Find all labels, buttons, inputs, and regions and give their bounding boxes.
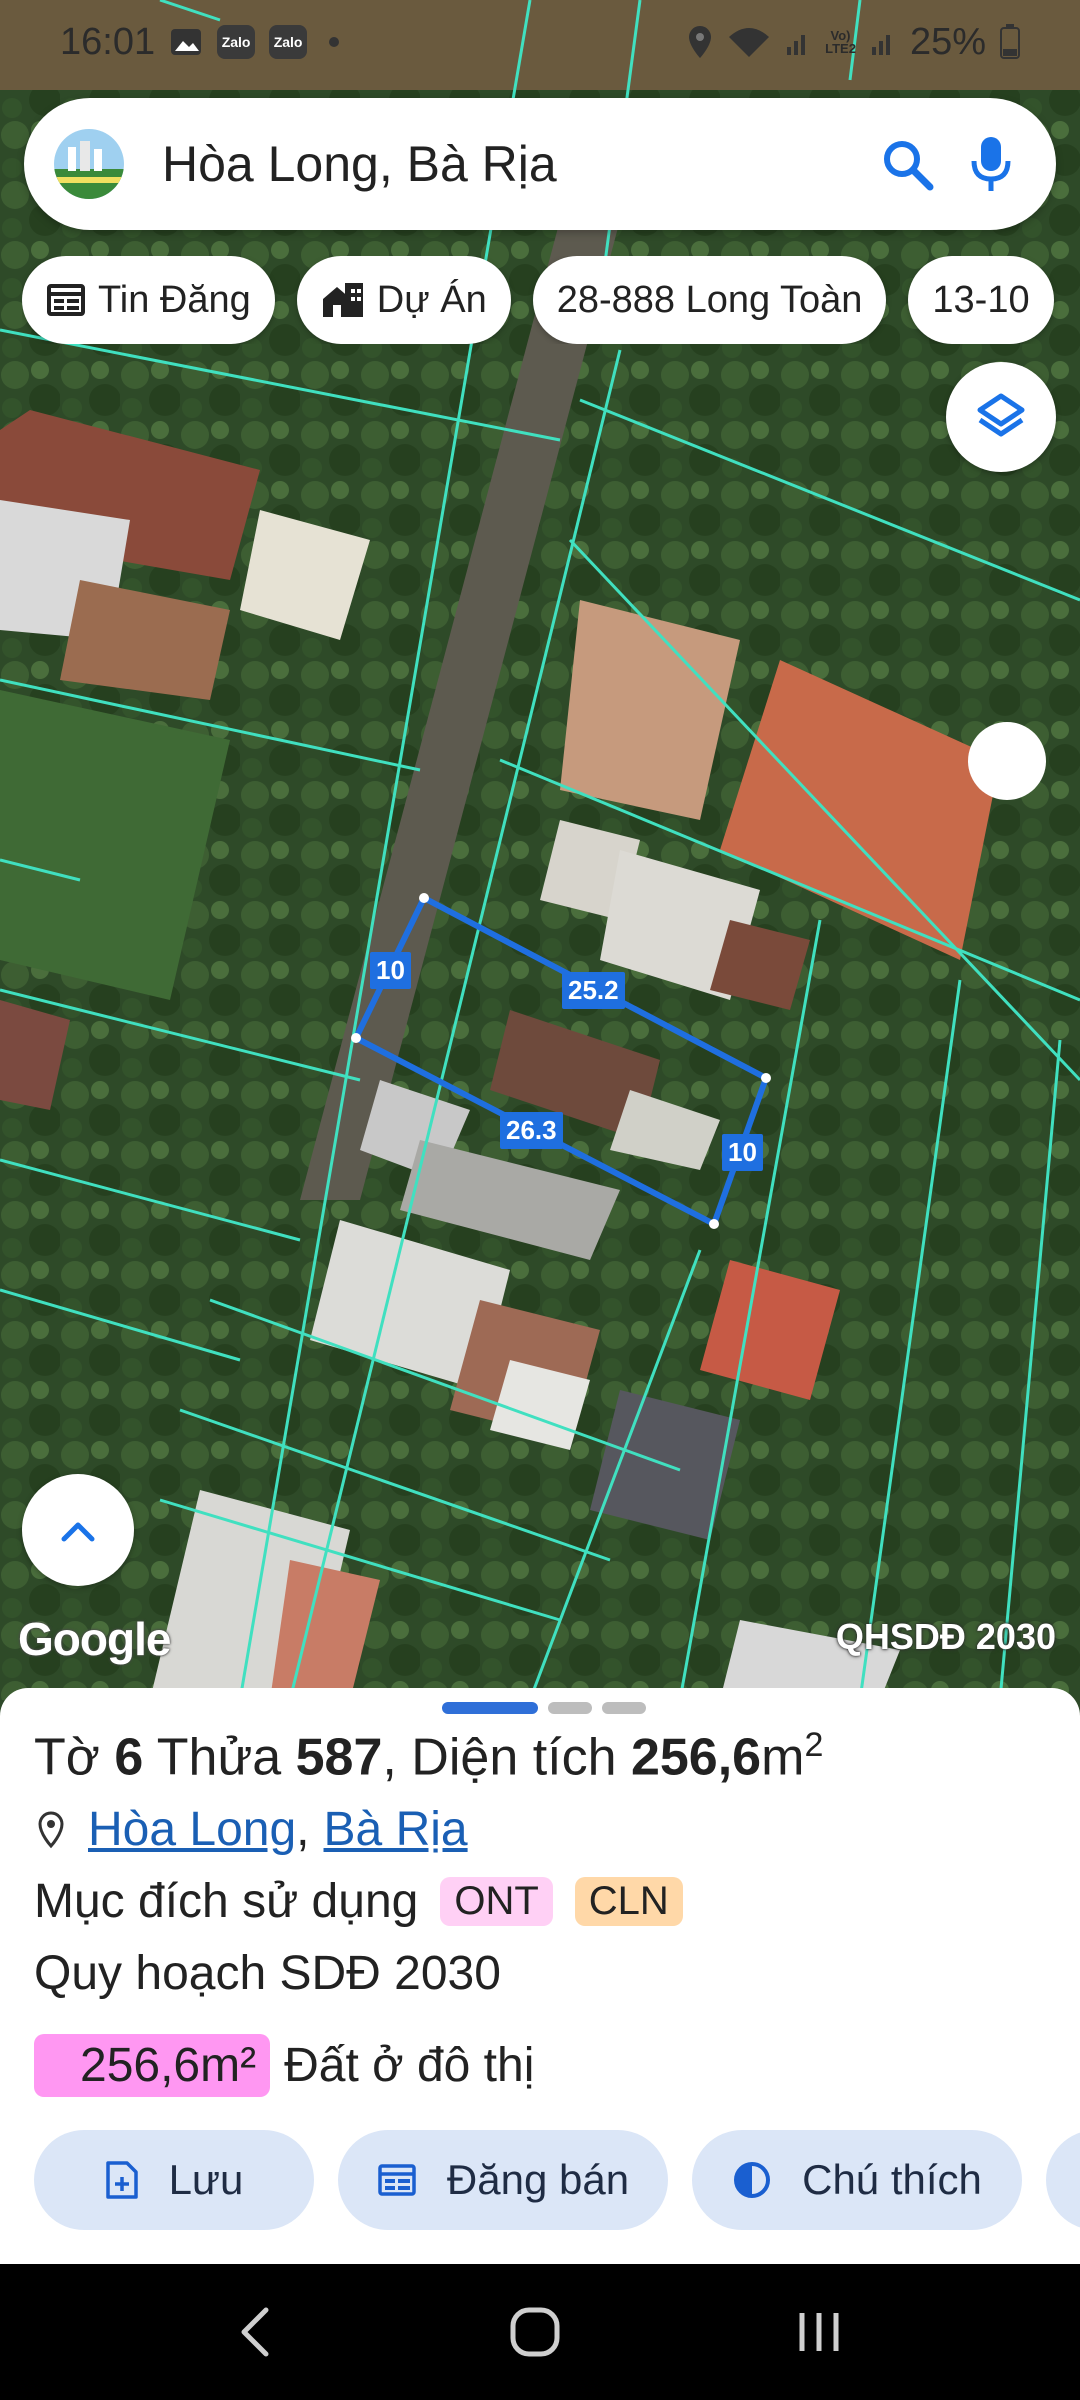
battery-icon bbox=[1000, 24, 1020, 59]
signal-icon bbox=[787, 35, 806, 55]
zalo-icon: Zalo bbox=[217, 25, 256, 59]
plan-area-row: 256,6m² Đất ở đô thị bbox=[34, 2034, 534, 2097]
ward-link[interactable]: Hòa Long bbox=[88, 1802, 296, 1857]
search-icon[interactable] bbox=[872, 129, 942, 199]
chip-long-toan[interactable]: 28-888 Long Toàn bbox=[532, 256, 887, 344]
system-nav-bar bbox=[0, 2264, 1080, 2400]
zalo-icon: Zalo bbox=[269, 25, 308, 59]
pager-dot[interactable] bbox=[602, 1702, 646, 1714]
parcel-info-sheet[interactable]: Tờ 6 Thửa 587, Diện tích 256,6m2 Hòa Lon… bbox=[0, 1688, 1080, 2264]
dot-icon bbox=[329, 37, 340, 47]
parcel-dimension-label: 10 bbox=[722, 1134, 763, 1171]
chip-label: Dự Án bbox=[376, 278, 487, 321]
location-pin-icon bbox=[38, 1810, 64, 1848]
legend-button[interactable]: Chú thích bbox=[692, 2130, 1022, 2230]
pager-dot[interactable] bbox=[548, 1702, 592, 1714]
save-button[interactable]: Lưu bbox=[34, 2130, 314, 2230]
satellite-map[interactable]: 10 25.2 26.3 10 Google QHSDĐ 2030 bbox=[0, 0, 1080, 1700]
filter-chips: Tin Đăng Dự Án 28-888 Long Toàn 13-10 bbox=[22, 256, 1080, 344]
battery-percent: 25% bbox=[909, 20, 986, 63]
pager-dot-active[interactable] bbox=[442, 1702, 538, 1714]
parcel-dimension-label: 25.2 bbox=[562, 972, 625, 1009]
plan-area-desc: Đất ở đô thị bbox=[284, 2039, 535, 2092]
chip-label: 13-10 bbox=[932, 278, 1030, 321]
action-buttons: Lưu Đăng bán Chú thích bbox=[34, 2130, 1080, 2230]
layers-icon bbox=[977, 393, 1025, 437]
contrast-icon bbox=[734, 2162, 771, 2198]
plan-title: Quy hoạch SDĐ 2030 bbox=[34, 1947, 501, 2000]
search-bar[interactable]: Hòa Long, Bà Rịa bbox=[24, 98, 1056, 230]
city-link[interactable]: Bà Rịa bbox=[324, 1802, 468, 1857]
purpose-label: Mục đích sử dụng bbox=[34, 1875, 419, 1928]
status-bar: 16:01 Zalo Zalo Vo) LTE2 25% bbox=[0, 0, 1080, 84]
layers-button[interactable] bbox=[946, 362, 1056, 472]
home-icon[interactable] bbox=[508, 2305, 562, 2359]
chip-label: Tin Đăng bbox=[98, 278, 251, 321]
sheet-pager[interactable] bbox=[442, 1702, 646, 1714]
chip-du-an[interactable]: Dự Án bbox=[296, 256, 511, 344]
save-doc-icon bbox=[105, 2161, 138, 2199]
plan-layer-label: QHSDĐ 2030 bbox=[835, 1616, 1056, 1657]
chip-tin-dang[interactable]: Tin Đăng bbox=[22, 256, 275, 344]
more-action-button[interactable] bbox=[1046, 2130, 1080, 2230]
post-listing-icon bbox=[378, 2164, 416, 2196]
location-icon bbox=[689, 26, 712, 58]
image-icon bbox=[171, 29, 202, 55]
post-listing-button[interactable]: Đăng bán bbox=[338, 2130, 668, 2230]
purpose-tag-cln: CLN bbox=[574, 1877, 683, 1926]
purpose-row: Mục đích sử dụng ONT CLN bbox=[34, 1874, 683, 1929]
app-logo-icon[interactable] bbox=[54, 129, 124, 199]
signal-icon bbox=[871, 35, 890, 55]
action-label: Đăng bán bbox=[446, 2156, 630, 2203]
location-row: Hòa Long , Bà Rịa bbox=[36, 1802, 468, 1857]
back-icon[interactable] bbox=[236, 2304, 276, 2360]
recents-icon[interactable] bbox=[794, 2307, 844, 2357]
mic-icon[interactable] bbox=[956, 129, 1026, 199]
google-logo: Google bbox=[18, 1613, 171, 1665]
volte-indicator: Vo) LTE2 bbox=[825, 28, 856, 56]
parcel-dimension-label: 10 bbox=[370, 952, 411, 989]
parcel-dimension-label: 26.3 bbox=[500, 1112, 563, 1149]
purpose-tag-ont: ONT bbox=[440, 1877, 553, 1926]
search-query[interactable]: Hòa Long, Bà Rịa bbox=[162, 135, 858, 193]
plan-area-badge: 256,6m² bbox=[34, 2034, 271, 2097]
chevron-up-icon bbox=[61, 1522, 95, 1542]
chip-label: 28-888 Long Toàn bbox=[556, 278, 863, 321]
chip-13-10[interactable]: 13-10 bbox=[908, 256, 1054, 344]
parcel-title: Tờ 6 Thửa 587, Diện tích 256,6m2 bbox=[34, 1726, 824, 1787]
expand-button[interactable] bbox=[22, 1474, 134, 1586]
wifi-icon bbox=[729, 28, 770, 57]
listing-icon bbox=[47, 284, 85, 316]
clock: 16:01 bbox=[60, 20, 156, 63]
map-drag-handle[interactable] bbox=[968, 722, 1046, 800]
satellite-imagery bbox=[0, 0, 1080, 1700]
project-icon bbox=[322, 283, 363, 317]
action-label: Lưu bbox=[168, 2156, 244, 2203]
action-label: Chú thích bbox=[802, 2156, 982, 2203]
